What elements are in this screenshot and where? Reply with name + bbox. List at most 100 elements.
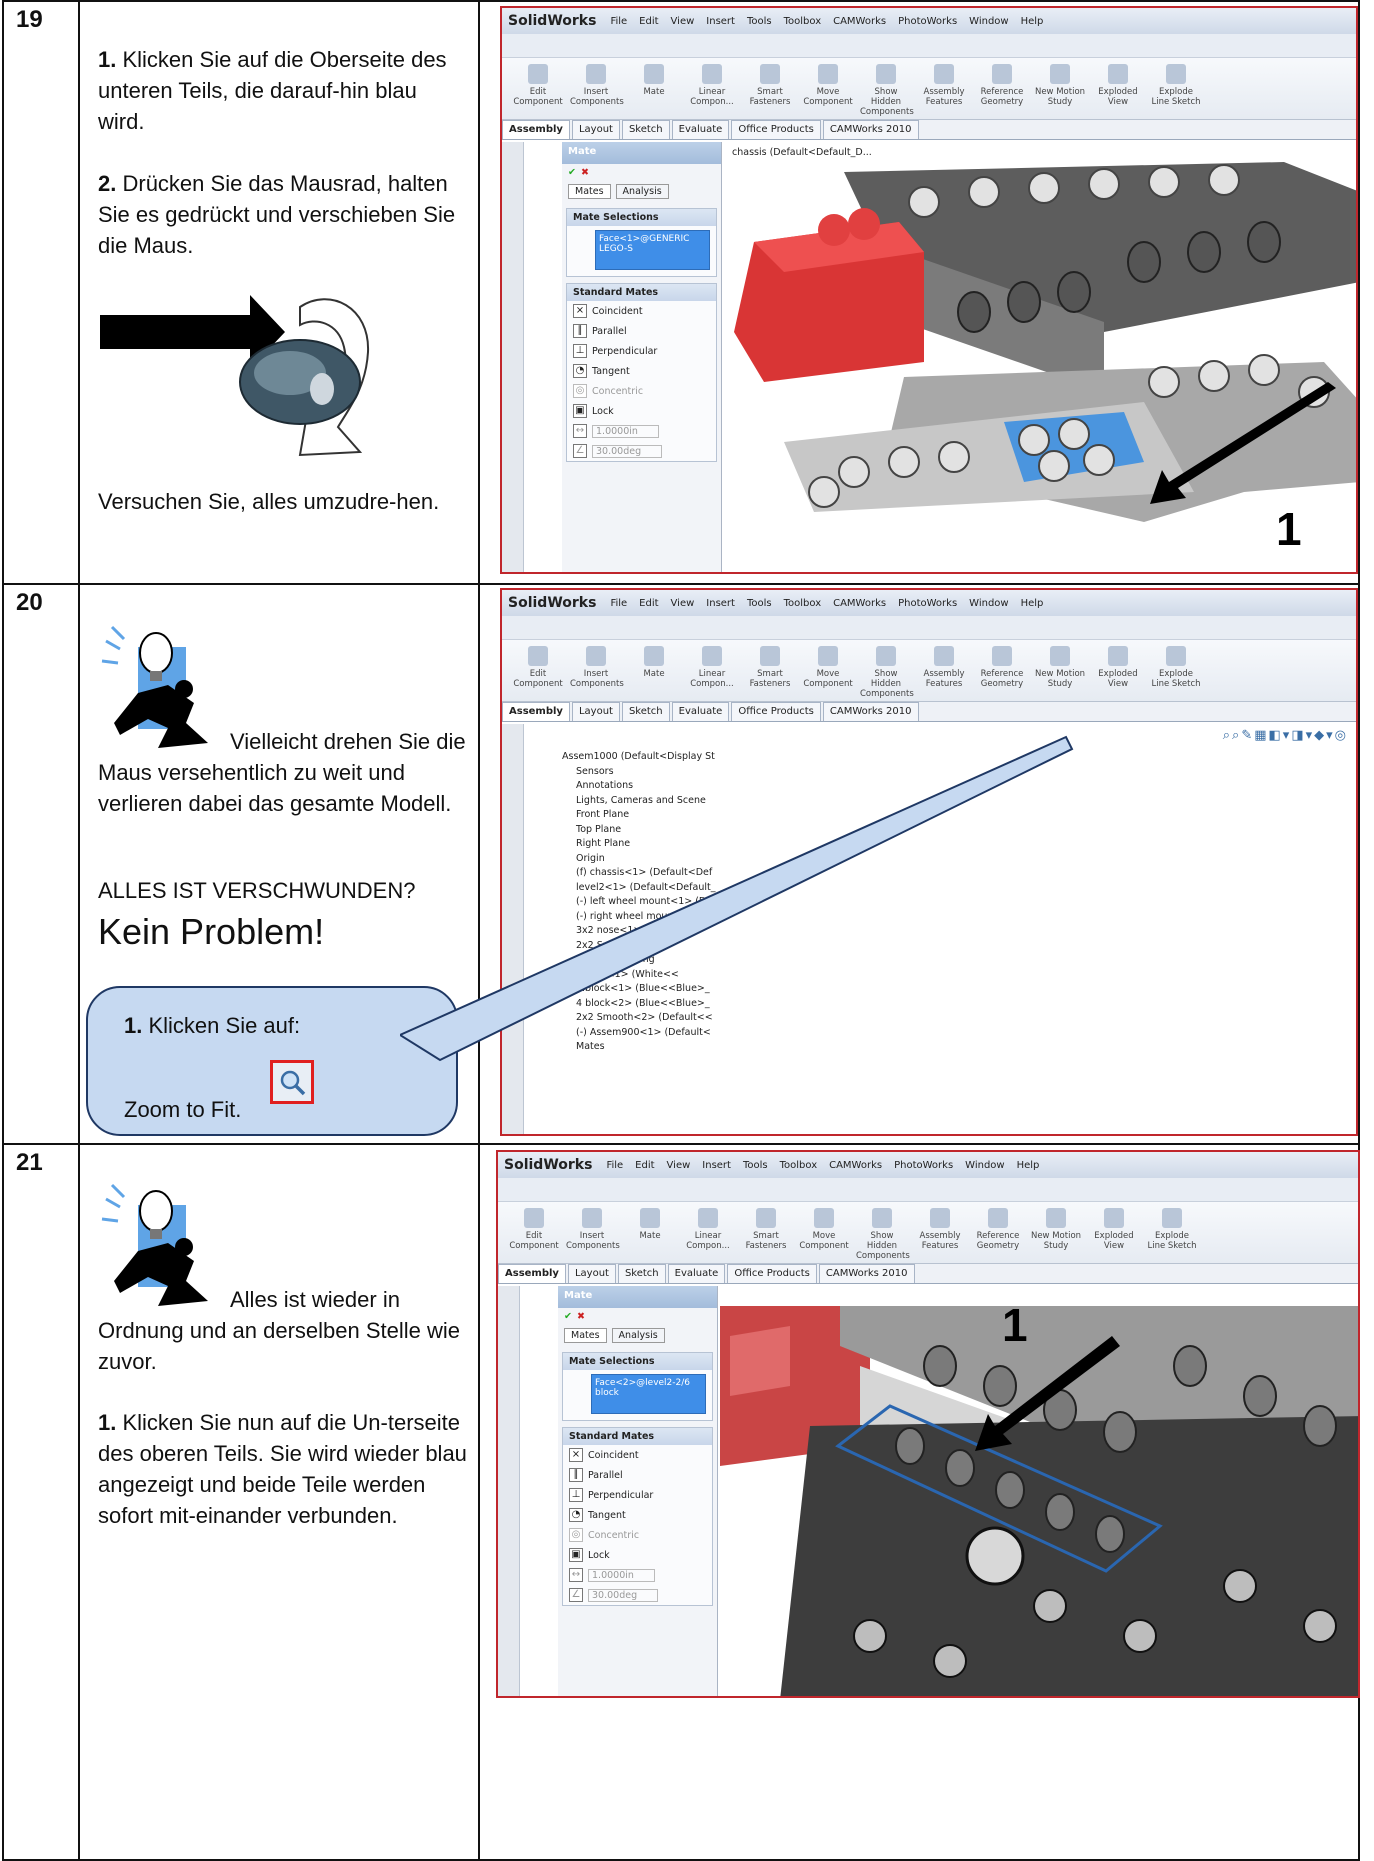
menu-toolbox[interactable]: Toolbox [784,16,822,27]
mate-perpendicular[interactable]: ⊥ Perpendicular [567,341,716,361]
explode-line-sketch-button[interactable]: Explode Line Sketch [1150,64,1202,113]
reference-geometry-button[interactable]: Reference Geometry [972,1208,1024,1257]
tab-evaluate[interactable]: Evaluate [671,702,730,721]
mate-selection-box[interactable]: Face<2>@level2-2/6 block [591,1374,706,1414]
explode-line-sketch-button[interactable]: Explode Line Sketch [1150,646,1202,695]
move-component-button[interactable]: Move Component [798,1208,850,1257]
reference-geometry-button[interactable]: Reference Geometry [976,64,1028,113]
show-hidden-button[interactable]: Show Hidden Components [860,646,914,699]
mate-concentric[interactable]: ◎ Concentric [567,381,716,401]
move-component-button[interactable]: Move Component [802,64,854,113]
angle-field[interactable]: ∠ 30.00deg [567,441,716,461]
new-motion-study-button[interactable]: New Motion Study [1034,64,1086,113]
explode-line-sketch-button[interactable]: Explode Line Sketch [1146,1208,1198,1257]
tab-evaluate[interactable]: Evaluate [667,1264,726,1283]
mate-button[interactable]: Mate [628,64,680,113]
new-motion-study-button[interactable]: New Motion Study [1030,1208,1082,1257]
menu-camworks[interactable]: CAMWorks [829,1160,882,1171]
menu-insert[interactable]: Insert [706,16,735,27]
mate-perpendicular[interactable]: ⊥ Perpendicular [563,1485,712,1505]
menu-file[interactable]: File [606,1160,623,1171]
menu-window[interactable]: Window [969,16,1008,27]
edit-component-button[interactable]: Edit Component [512,646,564,695]
menu-camworks[interactable]: CAMWorks [833,16,886,27]
menu-help[interactable]: Help [1017,1160,1040,1171]
mate-parallel[interactable]: ∥ Parallel [563,1465,712,1485]
menu-insert[interactable]: Insert [706,598,735,609]
menu-view[interactable]: View [671,16,695,27]
new-motion-study-button[interactable]: New Motion Study [1034,646,1086,695]
menu-window[interactable]: Window [965,1160,1004,1171]
tab-assembly[interactable]: Assembly [498,1264,566,1283]
smart-fasteners-button[interactable]: Smart Fasteners [744,64,796,113]
tab-office-products[interactable]: Office Products [731,702,821,721]
tab-camworks[interactable]: CAMWorks 2010 [822,702,919,721]
menu-tools[interactable]: Tools [743,1160,768,1171]
zoom-to-fit-button[interactable] [270,1060,314,1104]
assembly-features-button[interactable]: Assembly Features [918,64,970,113]
menu-file[interactable]: File [610,16,627,27]
graphics-area[interactable]: 1 [724,162,1356,572]
menu-photoworks[interactable]: PhotoWorks [898,598,957,609]
insert-components-button[interactable]: Insert Components [570,64,624,113]
menu-tools[interactable]: Tools [747,16,772,27]
linear-pattern-button[interactable]: Linear Compon... [686,646,738,695]
insert-components-button[interactable]: Insert Components [570,646,624,695]
angle-field[interactable]: ∠ 30.00deg [563,1585,712,1605]
menu-help[interactable]: Help [1021,16,1044,27]
show-hidden-button[interactable]: Show Hidden Components [860,64,914,117]
tab-analysis[interactable]: Analysis [611,1328,665,1343]
mate-coincident[interactable]: ⨯ Coincident [563,1445,712,1465]
linear-pattern-button[interactable]: Linear Compon... [682,1208,734,1257]
smart-fasteners-button[interactable]: Smart Fasteners [740,1208,792,1257]
menu-view[interactable]: View [671,598,695,609]
menu-camworks[interactable]: CAMWorks [833,598,886,609]
mate-lock[interactable]: ▣ Lock [567,401,716,421]
smart-fasteners-button[interactable]: Smart Fasteners [744,646,796,695]
assembly-features-button[interactable]: Assembly Features [918,646,970,695]
tab-mates[interactable]: Mates [564,1328,607,1343]
tab-sketch[interactable]: Sketch [621,702,670,721]
mate-tangent[interactable]: ◔ Tangent [567,361,716,381]
mate-button[interactable]: Mate [624,1208,676,1257]
menu-edit[interactable]: Edit [639,16,658,27]
menu-toolbox[interactable]: Toolbox [780,1160,818,1171]
menu-edit[interactable]: Edit [639,598,658,609]
insert-components-button[interactable]: Insert Components [566,1208,620,1257]
tab-evaluate[interactable]: Evaluate [671,120,730,139]
tab-office-products[interactable]: Office Products [727,1264,817,1283]
menu-window[interactable]: Window [969,598,1008,609]
tab-office-products[interactable]: Office Products [731,120,821,139]
tab-mates[interactable]: Mates [568,184,611,199]
graphics-area[interactable]: 1 [720,1306,1358,1696]
move-component-button[interactable]: Move Component [802,646,854,695]
tab-layout[interactable]: Layout [567,1264,616,1283]
exploded-view-button[interactable]: Exploded View [1092,64,1144,113]
menu-file[interactable]: File [610,598,627,609]
ok-check-icon[interactable]: ✔ [564,1311,572,1322]
tab-camworks[interactable]: CAMWorks 2010 [822,120,919,139]
menu-toolbox[interactable]: Toolbox [784,598,822,609]
tree-root[interactable]: chassis (Default<Default_D... [732,146,872,161]
cancel-x-icon[interactable]: ✖ [581,167,589,178]
tab-layout[interactable]: Layout [571,702,620,721]
menu-tools[interactable]: Tools [747,598,772,609]
edit-component-button[interactable]: Edit Component [508,1208,560,1257]
exploded-view-button[interactable]: Exploded View [1092,646,1144,695]
edit-component-button[interactable]: Edit Component [512,64,564,113]
tab-analysis[interactable]: Analysis [615,184,669,199]
menu-insert[interactable]: Insert [702,1160,731,1171]
menu-photoworks[interactable]: PhotoWorks [894,1160,953,1171]
mate-concentric[interactable]: ◎ Concentric [563,1525,712,1545]
distance-field[interactable]: ↔ 1.0000in [563,1565,712,1585]
view-toolbar[interactable]: ⌕⌕✎▦◧▾◨▾◆▾◎ [1223,728,1348,743]
mate-selection-box[interactable]: Face<1>@GENERIC LEGO-S [595,230,710,270]
distance-field[interactable]: ↔ 1.0000in [567,421,716,441]
tab-sketch[interactable]: Sketch [621,120,670,139]
menu-view[interactable]: View [667,1160,691,1171]
show-hidden-button[interactable]: Show Hidden Components [856,1208,910,1261]
ok-check-icon[interactable]: ✔ [568,167,576,178]
cancel-x-icon[interactable]: ✖ [577,1311,585,1322]
menu-help[interactable]: Help [1021,598,1044,609]
tab-assembly[interactable]: Assembly [502,702,570,721]
